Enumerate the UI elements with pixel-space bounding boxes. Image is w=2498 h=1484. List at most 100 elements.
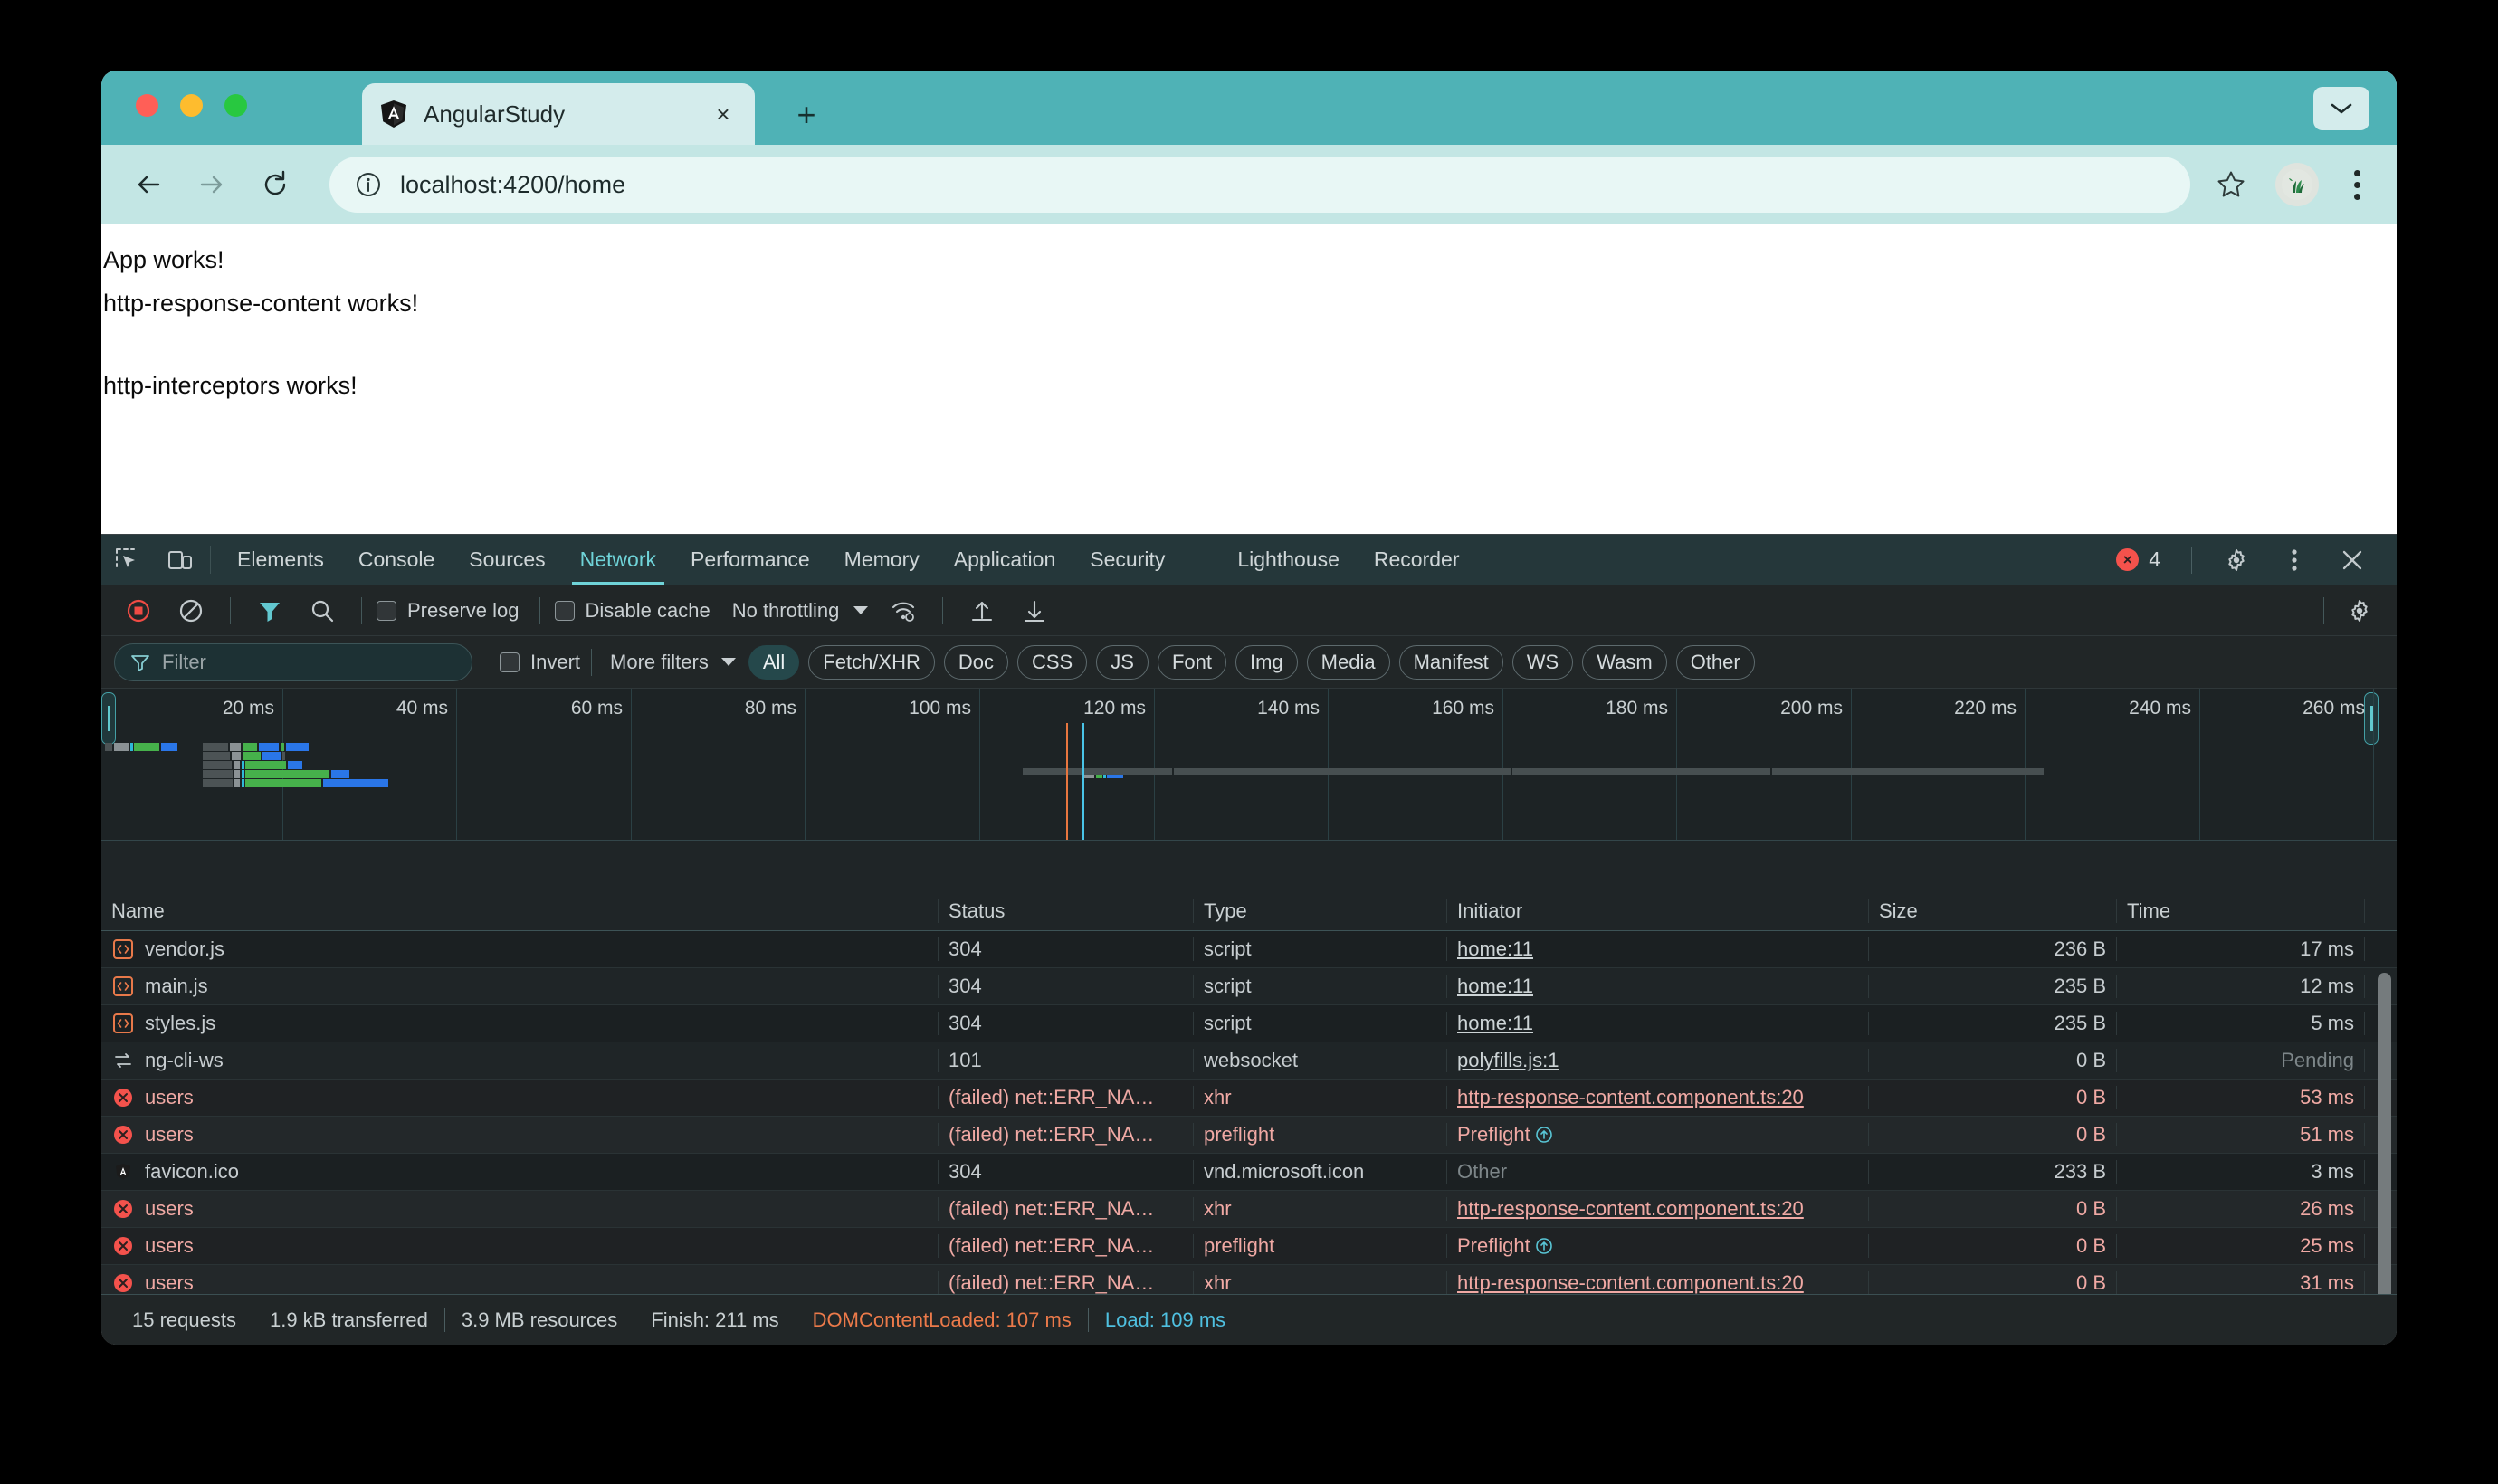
table-row[interactable]: favicon.ico 304 vnd.microsoft.icon Other…	[101, 1154, 2397, 1191]
column-header-time[interactable]: Time	[2117, 899, 2365, 923]
filter-input[interactable]: Filter	[114, 643, 472, 681]
timeline-left-handle[interactable]	[101, 692, 116, 745]
filter-chip-wasm[interactable]: Wasm	[1582, 645, 1667, 680]
more-filters-dropdown[interactable]: More filters	[610, 651, 736, 674]
more-vertical-icon[interactable]	[2268, 547, 2321, 574]
gear-icon[interactable]	[2335, 591, 2384, 631]
column-header-name[interactable]: Name	[101, 899, 939, 923]
forward-button[interactable]	[186, 159, 237, 210]
column-header-initiator[interactable]: Initiator	[1447, 899, 1869, 923]
column-header-type[interactable]: Type	[1194, 899, 1447, 923]
table-row[interactable]: styles.js 304 script home:11 235 B 5 ms	[101, 1005, 2397, 1042]
devtools-panel: Elements Console Sources Network Perform…	[101, 534, 2397, 1345]
table-row[interactable]: vendor.js 304 script home:11 236 B 17 ms	[101, 931, 2397, 968]
disable-cache-checkbox[interactable]: Disable cache	[555, 599, 710, 623]
close-window-button[interactable]	[136, 94, 158, 117]
request-type: xhr	[1194, 1197, 1447, 1221]
error-count-badge[interactable]: × 4	[2116, 547, 2173, 572]
tab-sources[interactable]: Sources	[452, 535, 562, 585]
tab-elements[interactable]: Elements	[220, 535, 341, 585]
close-icon[interactable]: ×	[708, 99, 739, 129]
bookmark-star-icon[interactable]	[2207, 160, 2255, 209]
filter-chip-js[interactable]: JS	[1096, 645, 1149, 680]
clear-icon[interactable]	[167, 591, 215, 631]
record-stop-icon[interactable]	[114, 591, 163, 631]
network-overview-timeline[interactable]: 20 ms 40 ms 60 ms 80 ms 100 ms 120 ms 14…	[101, 689, 2397, 841]
request-initiator[interactable]: home:11	[1457, 975, 1533, 997]
filter-chip-ws[interactable]: WS	[1512, 645, 1573, 680]
search-icon[interactable]	[298, 591, 347, 631]
throttling-select[interactable]: No throttling	[732, 599, 869, 623]
network-conditions-icon[interactable]	[879, 591, 928, 631]
tab-performance[interactable]: Performance	[673, 535, 827, 585]
tab-security[interactable]: Security	[1073, 535, 1182, 585]
minimize-window-button[interactable]	[180, 94, 203, 117]
import-har-icon[interactable]	[958, 591, 1006, 631]
table-row[interactable]: users (failed) net::ERR_NA… preflight Pr…	[101, 1117, 2397, 1154]
tab-memory[interactable]: Memory	[827, 535, 937, 585]
info-icon[interactable]	[353, 169, 384, 200]
page-line-2: http-response-content works!	[101, 291, 2397, 316]
request-initiator[interactable]: http-response-content.component.ts:20	[1457, 1086, 1804, 1108]
table-row[interactable]: users (failed) net::ERR_NA… preflight Pr…	[101, 1228, 2397, 1265]
preflight-link-icon[interactable]	[1532, 1234, 1556, 1258]
table-scrollbar[interactable]	[2375, 973, 2393, 1294]
timeline-bar	[203, 752, 293, 760]
request-initiator[interactable]: http-response-content.component.ts:20	[1457, 1271, 1804, 1294]
preflight-link-icon[interactable]	[1532, 1123, 1556, 1146]
filter-chip-fetch-xhr[interactable]: Fetch/XHR	[808, 645, 935, 680]
tab-network[interactable]: Network	[563, 535, 673, 585]
request-name: favicon.ico	[145, 1160, 239, 1184]
tab-recorder[interactable]: Recorder	[1357, 535, 1477, 585]
browser-tab[interactable]: AngularStudy ×	[362, 83, 755, 145]
back-button[interactable]	[123, 159, 174, 210]
divider	[361, 597, 362, 624]
maximize-window-button[interactable]	[224, 94, 247, 117]
filter-chip-css[interactable]: CSS	[1017, 645, 1087, 680]
tab-lighthouse[interactable]: Lighthouse	[1220, 535, 1357, 585]
address-bar[interactable]: localhost:4200/home	[329, 157, 2190, 213]
filter-chip-all[interactable]: All	[748, 645, 799, 680]
column-header-status[interactable]: Status	[939, 899, 1194, 923]
column-header-size[interactable]: Size	[1869, 899, 2117, 923]
request-initiator[interactable]: http-response-content.component.ts:20	[1457, 1197, 1804, 1220]
request-initiator[interactable]: home:11	[1457, 1012, 1533, 1034]
checkbox-box	[377, 601, 396, 621]
timeline-bar	[203, 770, 343, 778]
chevron-down-icon[interactable]	[2313, 87, 2369, 130]
table-row[interactable]: main.js 304 script home:11 235 B 12 ms	[101, 968, 2397, 1005]
export-har-icon[interactable]	[1010, 591, 1059, 631]
filter-chip-media[interactable]: Media	[1307, 645, 1390, 680]
table-row[interactable]: users (failed) net::ERR_NA… xhr http-res…	[101, 1191, 2397, 1228]
filter-chip-manifest[interactable]: Manifest	[1399, 645, 1503, 680]
reload-button[interactable]	[250, 159, 300, 210]
table-row[interactable]: ng-cli-ws 101 websocket polyfills.js:1 0…	[101, 1042, 2397, 1080]
filter-chip-doc[interactable]: Doc	[944, 645, 1008, 680]
close-icon[interactable]	[2326, 547, 2379, 574]
request-initiator[interactable]: home:11	[1457, 937, 1533, 960]
device-toolbar-icon[interactable]	[154, 535, 206, 585]
network-requests-table[interactable]: Name Status Type Initiator Size Time ven…	[101, 891, 2397, 1294]
tab-application[interactable]: Application	[937, 535, 1073, 585]
table-row[interactable]: users (failed) net::ERR_NA… xhr http-res…	[101, 1080, 2397, 1117]
tab-console[interactable]: Console	[341, 535, 452, 585]
avatar[interactable]	[2275, 163, 2319, 206]
invert-checkbox[interactable]: Invert	[500, 651, 580, 674]
filter-icon[interactable]	[245, 591, 294, 631]
inspect-element-icon[interactable]	[101, 535, 154, 585]
request-size: 235 B	[1869, 975, 2117, 998]
new-tab-button[interactable]: +	[789, 98, 824, 132]
request-name: ng-cli-ws	[145, 1049, 224, 1072]
filter-chip-img[interactable]: Img	[1235, 645, 1298, 680]
request-initiator[interactable]: polyfills.js:1	[1457, 1049, 1559, 1071]
filter-chip-font[interactable]: Font	[1158, 645, 1226, 680]
table-row[interactable]: users (failed) net::ERR_NA… xhr http-res…	[101, 1265, 2397, 1294]
gear-icon[interactable]	[2210, 547, 2263, 574]
filter-chip-other[interactable]: Other	[1676, 645, 1755, 680]
error-icon	[111, 1234, 135, 1258]
request-time: 5 ms	[2117, 1012, 2365, 1035]
browser-menu-icon[interactable]	[2339, 160, 2375, 209]
domcontentloaded-marker	[1066, 723, 1068, 840]
request-time: 26 ms	[2117, 1197, 2365, 1221]
preserve-log-checkbox[interactable]: Preserve log	[377, 599, 520, 623]
